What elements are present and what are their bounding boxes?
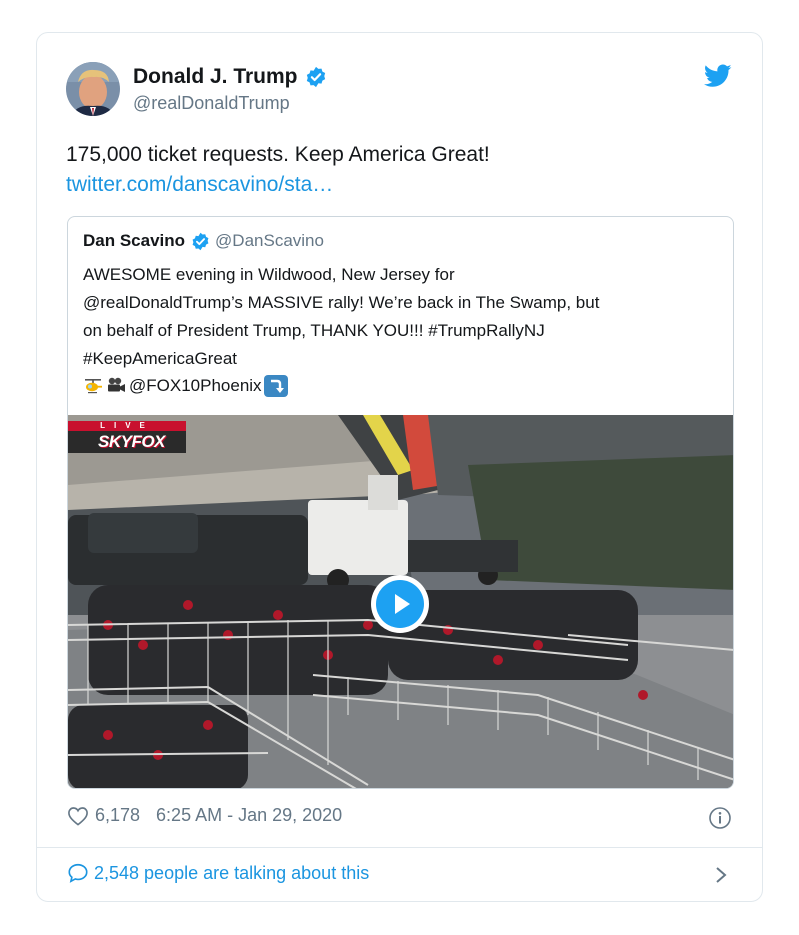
play-button[interactable] [371, 575, 429, 633]
skyfox-live-badge: LIVE SKYFOX [68, 421, 186, 453]
quoted-tweet-credit-line: @FOX10Phoenix [83, 373, 288, 399]
quoted-author-handle[interactable]: @DanScavino [215, 231, 324, 251]
speech-bubble-icon [68, 863, 88, 883]
quoted-tweet[interactable]: Dan Scavino @DanScavino AWESOME evening … [67, 216, 734, 789]
tweet-body: 175,000 ticket requests. Keep America Gr… [66, 140, 726, 200]
quoted-credit-handle[interactable]: @FOX10Phoenix [129, 373, 262, 399]
tweet-link[interactable]: twitter.com/danscavino/sta… [66, 170, 726, 200]
chevron-right-icon[interactable] [714, 865, 728, 885]
embedded-tweet-card: Donald J. Trump @realDonaldTrump 175,000… [36, 32, 763, 902]
heart-icon[interactable] [67, 806, 89, 826]
verified-badge-icon [305, 66, 327, 88]
quoted-tweet-header: Dan Scavino @DanScavino [83, 231, 324, 251]
verified-badge-icon [191, 232, 210, 251]
play-icon [376, 580, 424, 628]
tweet-text: 175,000 ticket requests. Keep America Gr… [66, 143, 490, 166]
quoted-author-name[interactable]: Dan Scavino [83, 231, 185, 251]
info-icon[interactable] [708, 806, 732, 830]
twitter-bird-icon[interactable] [703, 64, 732, 88]
conversation-count[interactable]: 2,548 people are talking about this [94, 863, 369, 884]
author-name-text[interactable]: Donald J. Trump [133, 65, 298, 89]
movie-camera-icon [106, 376, 126, 396]
right-arrow-curving-down-icon [263, 375, 288, 397]
author-avatar[interactable] [66, 62, 120, 116]
conversation-link[interactable]: 2,548 people are talking about this [67, 862, 369, 884]
tweet-meta: 6,178 6:25 AM - Jan 29, 2020 [67, 805, 342, 826]
quoted-tweet-text: AWESOME evening in Wildwood, New Jersey … [83, 265, 600, 368]
video-player[interactable]: LIVE SKYFOX [68, 415, 733, 788]
skyfox-logo: SKYFOX [98, 432, 165, 451]
footer-divider [37, 847, 762, 848]
like-count[interactable]: 6,178 [95, 805, 140, 826]
live-label: LIVE [68, 421, 186, 431]
author-handle[interactable]: @realDonaldTrump [133, 93, 290, 114]
tweet-timestamp[interactable]: 6:25 AM - Jan 29, 2020 [156, 805, 342, 826]
author-name[interactable]: Donald J. Trump [133, 65, 327, 89]
helicopter-icon [83, 376, 103, 396]
